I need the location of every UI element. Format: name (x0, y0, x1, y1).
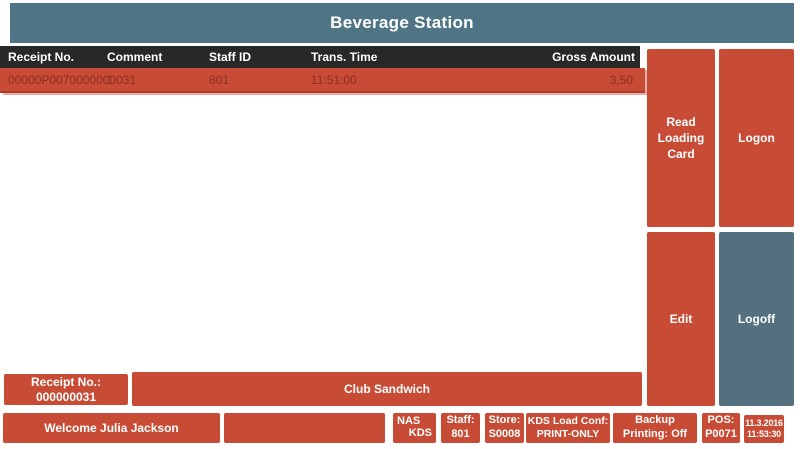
logon-button[interactable]: Logon (719, 49, 794, 227)
datetime-panel: 11.3.2016 11:53:30 (744, 415, 784, 443)
backup-printing-line2: Printing: Off (622, 428, 688, 440)
page-title: Beverage Station (330, 13, 474, 32)
spare-status-panel (224, 413, 385, 443)
staff-value: 801 (451, 428, 470, 440)
pos-value: P0071 (705, 428, 737, 440)
date-value: 11.3.2016 (745, 418, 783, 429)
table-header-row: Receipt No. Comment Staff ID Trans. Time… (0, 46, 640, 68)
col-comment: Comment (107, 50, 163, 64)
kds-load-conf-value: PRINT-ONLY (536, 428, 600, 440)
nas-kds-panel: NAS KDS (393, 413, 436, 443)
app-root: Beverage Station Receipt No. Comment Sta… (0, 0, 800, 449)
item-display-banner: Club Sandwich (132, 372, 642, 406)
kds-load-conf-label: KDS Load Conf: (527, 414, 609, 427)
pos-label: POS: (707, 414, 735, 427)
staff-panel: Staff: 801 (441, 413, 480, 443)
cell-receipt-no: 00000P0070000000031 (8, 72, 137, 87)
edit-button[interactable]: Edit (647, 232, 715, 406)
cell-trans-time: 11:51:00 (311, 72, 357, 87)
backup-printing-line1: Backup (635, 414, 675, 427)
backup-printing-panel: Backup Printing: Off (613, 413, 697, 443)
title-bar: Beverage Station (10, 3, 794, 43)
welcome-panel: Welcome Julia Jackson (3, 413, 220, 443)
col-staff-id: Staff ID (209, 50, 251, 64)
cell-comment: 1 (107, 72, 114, 87)
cell-gross-amount: 3,50 (609, 72, 633, 87)
staff-label: Staff: (446, 414, 475, 427)
col-trans-time: Trans. Time (311, 50, 378, 64)
col-gross-amount: Gross Amount (552, 50, 635, 64)
store-panel: Store: S0008 (485, 413, 524, 443)
receipts-table: Receipt No. Comment Staff ID Trans. Time… (0, 46, 648, 93)
logoff-button[interactable]: Logoff (719, 232, 794, 406)
receipt-number-value: 000000031 (35, 389, 97, 404)
kds-load-conf-panel: KDS Load Conf: PRINT-ONLY (526, 413, 610, 443)
receipt-number-label: Receipt No.: (30, 374, 101, 389)
kds-label: KDS (408, 427, 432, 440)
store-label: Store: (488, 414, 521, 427)
read-loading-card-button[interactable]: Read Loading Card (647, 49, 715, 227)
table-row[interactable]: 00000P0070000000031 1 801 11:51:00 3,50 (0, 68, 645, 93)
time-value: 11:53:30 (747, 429, 781, 439)
receipt-number-panel: Receipt No.: 000000031 (4, 374, 128, 405)
col-receipt-no: Receipt No. (8, 50, 75, 64)
cell-staff-id: 801 (209, 72, 230, 87)
store-value: S0008 (488, 428, 521, 440)
pos-panel: POS: P0071 (702, 413, 740, 443)
